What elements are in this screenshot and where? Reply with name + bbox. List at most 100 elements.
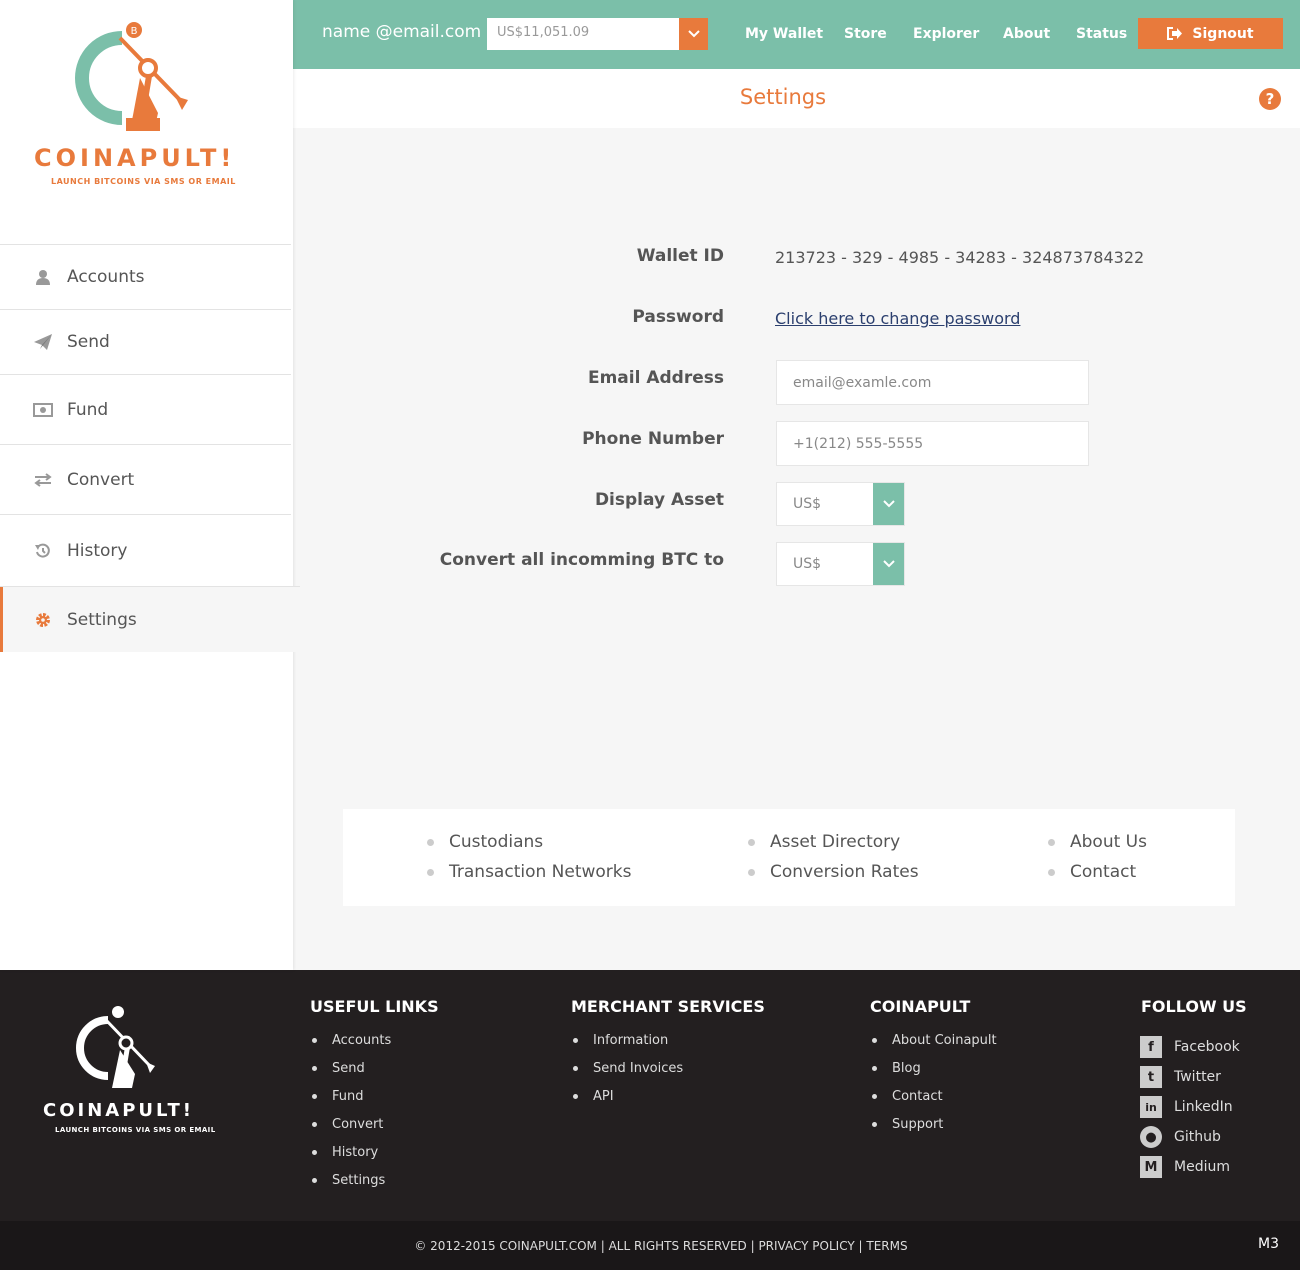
top-bar: name @email.com US$11,051.09 My Wallet S… bbox=[293, 0, 1300, 69]
svg-text:B: B bbox=[131, 26, 138, 37]
sidebar: B COINAPULT! LAUNCH BITCOINS VIA SMS OR … bbox=[0, 0, 300, 970]
convert-btc-select[interactable]: US$ bbox=[776, 542, 905, 586]
footer-link-send-invoices[interactable]: Send Invoices bbox=[571, 1061, 683, 1089]
footer-link-information[interactable]: Information bbox=[571, 1033, 683, 1061]
help-icon[interactable]: ? bbox=[1259, 88, 1281, 110]
convert-btc-label: Convert all incomming BTC to bbox=[439, 550, 724, 570]
social-twitter[interactable]: t Twitter bbox=[1140, 1066, 1221, 1088]
chevron-down-icon[interactable] bbox=[873, 543, 904, 585]
linkedin-icon: in bbox=[1140, 1096, 1162, 1118]
copyright-text: © 2012-2015 COINAPULT.COM bbox=[414, 1239, 597, 1253]
footer-logo[interactable]: COINAPULT! LAUNCH BITCOINS VIA SMS OR EM… bbox=[40, 1006, 220, 1136]
social-label: Medium bbox=[1174, 1159, 1230, 1175]
sidebar-item-label: Settings bbox=[67, 609, 137, 630]
catapult-logo-icon bbox=[76, 1006, 155, 1088]
history-icon bbox=[33, 541, 53, 561]
user-email[interactable]: name @email.com bbox=[322, 22, 481, 42]
sidebar-item-label: Fund bbox=[67, 399, 109, 420]
sidebar-item-accounts[interactable]: Accounts bbox=[0, 244, 291, 309]
useful-links-list: Accounts Send Fund Convert History Setti… bbox=[310, 1033, 391, 1201]
twitter-icon: t bbox=[1140, 1066, 1162, 1088]
sidebar-item-label: Send bbox=[67, 332, 110, 352]
logo-wordmark: COINAPULT! bbox=[34, 144, 236, 172]
footer-link-contact[interactable]: Contact bbox=[870, 1089, 997, 1117]
footer-link-support[interactable]: Support bbox=[870, 1117, 997, 1145]
social-github[interactable]: ● Github bbox=[1140, 1126, 1221, 1148]
display-asset-label: Display Asset bbox=[594, 490, 724, 510]
page-title: Settings bbox=[739, 85, 827, 109]
footer-link-about-coinapult[interactable]: About Coinapult bbox=[870, 1033, 997, 1061]
chevron-down-icon[interactable] bbox=[679, 18, 708, 50]
wallet-id-label: Wallet ID bbox=[636, 246, 724, 266]
footer-logo-tagline: LAUNCH BITCOINS VIA SMS OR EMAIL bbox=[55, 1126, 216, 1134]
email-field[interactable] bbox=[776, 360, 1089, 405]
useful-links-title: USEFUL LINKS bbox=[310, 997, 439, 1016]
footer-link-fund[interactable]: Fund bbox=[310, 1089, 391, 1117]
convert-btc-value: US$ bbox=[793, 556, 822, 572]
bottom-bar: © 2012-2015 COINAPULT.COM | ALL RIGHTS R… bbox=[0, 1221, 1300, 1270]
sidebar-item-fund[interactable]: Fund bbox=[0, 374, 291, 444]
footer-link-history[interactable]: History bbox=[310, 1145, 391, 1173]
social-linkedin[interactable]: in LinkedIn bbox=[1140, 1096, 1233, 1118]
social-medium[interactable]: M Medium bbox=[1140, 1156, 1230, 1178]
sidebar-item-send[interactable]: Send bbox=[0, 309, 291, 374]
nav-my-wallet[interactable]: My Wallet bbox=[745, 26, 823, 42]
signout-button[interactable]: Signout bbox=[1138, 18, 1283, 49]
phone-label: Phone Number bbox=[582, 429, 724, 449]
follow-us-title: FOLLOW US bbox=[1141, 997, 1247, 1016]
sidebar-item-history[interactable]: History bbox=[0, 514, 291, 586]
merchant-links-list: Information Send Invoices API bbox=[571, 1033, 683, 1117]
facebook-icon: f bbox=[1140, 1036, 1162, 1058]
balance-value: US$11,051.09 bbox=[497, 25, 590, 40]
coinapult-logo[interactable]: B COINAPULT! LAUNCH BITCOINS VIA SMS OR … bbox=[30, 18, 260, 198]
display-asset-value: US$ bbox=[793, 496, 822, 512]
sidebar-item-convert[interactable]: Convert bbox=[0, 444, 291, 514]
nav-status[interactable]: Status bbox=[1076, 26, 1127, 42]
github-icon: ● bbox=[1140, 1126, 1162, 1148]
phone-field[interactable] bbox=[776, 421, 1089, 466]
link-asset-directory[interactable]: Asset Directory bbox=[747, 832, 900, 852]
social-label: Twitter bbox=[1174, 1069, 1221, 1085]
rights-text: ALL RIGHTS RESERVED bbox=[608, 1239, 747, 1253]
link-about-us[interactable]: About Us bbox=[1048, 832, 1147, 852]
balance-dropdown[interactable]: US$11,051.09 bbox=[487, 18, 708, 50]
footer-link-settings[interactable]: Settings bbox=[310, 1173, 391, 1201]
nav-about[interactable]: About bbox=[1003, 26, 1050, 42]
social-label: Facebook bbox=[1174, 1039, 1240, 1055]
sidebar-item-settings[interactable]: Settings bbox=[0, 586, 300, 652]
password-label: Password bbox=[632, 307, 724, 327]
sidebar-item-label: History bbox=[67, 540, 128, 561]
exchange-icon bbox=[33, 470, 53, 490]
social-label: LinkedIn bbox=[1174, 1099, 1233, 1115]
chevron-down-icon[interactable] bbox=[873, 483, 904, 525]
email-label: Email Address bbox=[587, 368, 724, 388]
title-bar: Settings ? bbox=[293, 69, 1300, 128]
footer-link-accounts[interactable]: Accounts bbox=[310, 1033, 391, 1061]
user-icon bbox=[33, 267, 53, 287]
copyright-line: © 2012-2015 COINAPULT.COM | ALL RIGHTS R… bbox=[414, 1239, 908, 1253]
social-facebook[interactable]: f Facebook bbox=[1140, 1036, 1240, 1058]
sidebar-nav: Accounts Send Fund Convert History Setti… bbox=[0, 244, 300, 652]
terms-link[interactable]: TERMS bbox=[866, 1239, 907, 1253]
social-label: Github bbox=[1174, 1129, 1221, 1145]
footer-link-api[interactable]: API bbox=[571, 1089, 683, 1117]
money-icon bbox=[33, 400, 53, 420]
sidebar-item-label: Convert bbox=[67, 469, 135, 490]
sidebar-item-label: Accounts bbox=[67, 267, 145, 287]
nav-explorer[interactable]: Explorer bbox=[913, 26, 979, 42]
change-password-link[interactable]: Click here to change password bbox=[775, 309, 1020, 328]
logo-tagline: LAUNCH BITCOINS VIA SMS OR EMAIL bbox=[51, 177, 236, 186]
footer-link-blog[interactable]: Blog bbox=[870, 1061, 997, 1089]
link-transaction-networks[interactable]: Transaction Networks bbox=[427, 862, 632, 882]
link-conversion-rates[interactable]: Conversion Rates bbox=[748, 862, 919, 882]
footer-link-send[interactable]: Send bbox=[310, 1061, 391, 1089]
gear-icon bbox=[33, 610, 53, 630]
coinapult-links-list: About Coinapult Blog Contact Support bbox=[870, 1033, 997, 1145]
privacy-policy-link[interactable]: PRIVACY POLICY bbox=[758, 1239, 854, 1253]
medium-icon: M bbox=[1140, 1156, 1162, 1178]
display-asset-select[interactable]: US$ bbox=[776, 482, 905, 526]
link-contact[interactable]: Contact bbox=[1047, 862, 1136, 882]
link-custodians[interactable]: Custodians bbox=[426, 832, 543, 852]
nav-store[interactable]: Store bbox=[844, 26, 887, 42]
footer-link-convert[interactable]: Convert bbox=[310, 1117, 391, 1145]
